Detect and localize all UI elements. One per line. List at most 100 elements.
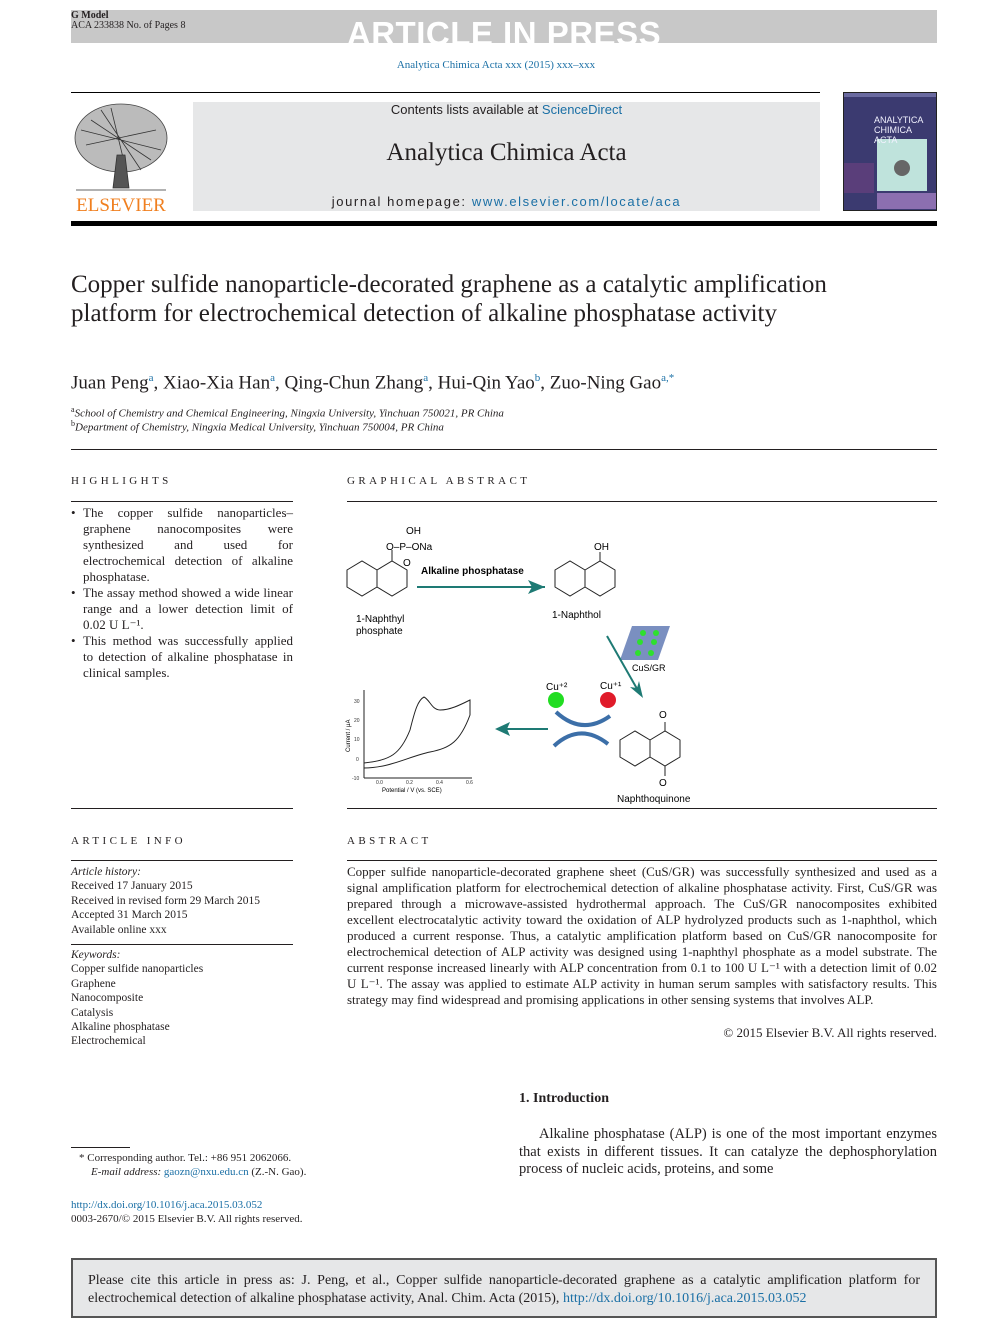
- author-list: Juan Penga, Xiao-Xia Hana, Qing-Chun Zha…: [71, 372, 675, 394]
- cu1-ion-icon: [600, 692, 616, 708]
- cv-y-axis-label: Current / μA: [346, 720, 352, 752]
- homepage-link[interactable]: www.elsevier.com/locate/aca: [472, 194, 681, 209]
- substrate-label: 1-Naphthyl: [356, 614, 404, 625]
- doi-link[interactable]: http://dx.doi.org/10.1016/j.aca.2015.03.…: [71, 1198, 303, 1212]
- highlight-item: This method was successfully applied to …: [71, 633, 293, 681]
- highlights-list: The copper sulfide nanoparticles–graphen…: [71, 505, 293, 681]
- author[interactable]: Hui-Qin Yao: [438, 372, 535, 393]
- author[interactable]: Juan Peng: [71, 372, 149, 393]
- elsevier-tree-icon: ELSEVIER: [74, 103, 168, 216]
- graphical-abstract-heading: GRAPHICAL ABSTRACT: [347, 475, 531, 487]
- keyword: Nanocomposite: [71, 992, 144, 1005]
- abstract-text: Copper sulfide nanoparticle-decorated gr…: [347, 864, 937, 1007]
- oh-label: OH: [406, 526, 421, 537]
- o-label: O: [659, 778, 667, 789]
- highlight-item: The assay method showed a wide linear ra…: [71, 585, 293, 633]
- naphthalene-ring: [554, 560, 586, 597]
- naphthalene-ring: [584, 560, 616, 597]
- divider: [71, 501, 293, 502]
- doi-block: http://dx.doi.org/10.1016/j.aca.2015.03.…: [71, 1198, 303, 1226]
- abstract-heading: ABSTRACT: [347, 835, 432, 847]
- quinone-label: Naphthoquinone: [617, 794, 691, 805]
- author-affiliation-mark[interactable]: a: [270, 372, 275, 384]
- cv-x-tick: 0.4: [436, 780, 443, 786]
- journal-masthead: Contents lists available at ScienceDirec…: [193, 102, 820, 211]
- footnote-divider: [71, 1147, 130, 1148]
- divider: [347, 501, 937, 502]
- author-affiliation-mark[interactable]: a: [423, 372, 428, 384]
- elsevier-wordmark: ELSEVIER: [76, 195, 166, 215]
- email-suffix: (Z.-N. Gao).: [248, 1166, 307, 1178]
- banner-text: ARTICLE IN PRESS: [346, 15, 662, 52]
- keyword: Electrochemical: [71, 1035, 146, 1048]
- homepage-prefix: journal homepage:: [331, 194, 472, 209]
- cv-x-axis-label: Potential / V (vs. SCE): [382, 788, 442, 794]
- corresponding-author: * Corresponding author. Tel.: +86 951 20…: [79, 1152, 292, 1164]
- keywords-label: Keywords:: [71, 949, 121, 962]
- issn-line: 0003-2670/© 2015 Elsevier B.V. All right…: [71, 1213, 303, 1225]
- phosphate-label: O–P–ONa: [386, 542, 433, 553]
- elsevier-logo[interactable]: ELSEVIER: [71, 100, 171, 216]
- affiliation-text: School of Chemistry and Chemical Enginee…: [74, 407, 504, 420]
- article-info: Article history: Received 17 January 201…: [71, 865, 293, 1049]
- email-link[interactable]: gaozn@nxu.edu.cn: [164, 1166, 249, 1178]
- divider: [71, 944, 293, 946]
- o-label: O: [659, 710, 667, 721]
- divider: [347, 808, 937, 809]
- redox-cycle-arrow: [552, 731, 610, 748]
- author[interactable]: Xiao-Xia Han: [163, 372, 270, 393]
- journal-title: Analytica Chimica Acta: [386, 139, 627, 166]
- o-label: O: [403, 558, 411, 569]
- divider: [71, 92, 820, 93]
- footnote: * Corresponding author. Tel.: +86 951 20…: [71, 1151, 371, 1179]
- cv-y-tick: -10: [352, 776, 359, 782]
- author-affiliation-mark[interactable]: a: [149, 372, 154, 384]
- naphthoquinone-ring: [649, 730, 681, 767]
- divider: [71, 860, 293, 861]
- cv-y-tick: 10: [354, 737, 360, 743]
- cv-x-tick: 0.0: [376, 780, 383, 786]
- keyword: Catalysis: [71, 1006, 114, 1019]
- history-label: Article history:: [71, 866, 141, 878]
- author-affiliation-mark[interactable]: a,*: [661, 372, 674, 384]
- citation-doi-link[interactable]: http://dx.doi.org/10.1016/j.aca.2015.03.…: [563, 1291, 807, 1306]
- affiliation: bDepartment of Chemistry, Ningxia Medica…: [71, 419, 444, 434]
- cv-y-tick: 20: [354, 718, 360, 724]
- redox-cycle-arrow: [554, 710, 612, 728]
- journal-reference[interactable]: Analytica Chimica Acta xxx (2015) xxx–xx…: [0, 59, 992, 71]
- naphthoquinone-ring: [619, 730, 651, 767]
- cu2-label: Cu⁺²: [546, 682, 568, 693]
- introduction-heading: 1. Introduction: [519, 1091, 609, 1106]
- keyword: Copper sulfide nanoparticles: [71, 963, 204, 976]
- catalyst-label: CuS/GR: [632, 663, 666, 673]
- cv-y-tick: 30: [354, 699, 360, 705]
- cover-image: [844, 93, 936, 210]
- manuscript-info: G Model ACA 233838 No. of Pages 8: [71, 11, 185, 31]
- history-item: Received in revised form 29 March 2015: [71, 894, 261, 907]
- introduction-text: Alkaline phosphatase (ALP) is one of the…: [519, 1126, 937, 1177]
- author[interactable]: Zuo-Ning Gao: [550, 372, 661, 393]
- article-in-press-banner: ARTICLE IN PRESS: [71, 10, 937, 50]
- cu1-label: Cu⁺¹: [600, 681, 622, 692]
- sciencedirect-link[interactable]: ScienceDirect: [542, 102, 622, 117]
- cv-curve: [363, 696, 471, 769]
- author[interactable]: Qing-Chun Zhang: [284, 372, 423, 393]
- cv-x-tick: 0.2: [406, 780, 413, 786]
- cv-x-tick: 0.6: [466, 780, 473, 786]
- graphical-abstract-figure[interactable]: OH O–P–ONa O Alkaline phosphatase 1-Naph…: [340, 510, 940, 808]
- homepage-line: journal homepage: www.elsevier.com/locat…: [193, 194, 820, 209]
- highlights-heading: HIGHLIGHTS: [71, 475, 172, 487]
- manuscript-id: ACA 233838 No. of Pages 8: [71, 20, 186, 31]
- email-label: E-mail address:: [91, 1166, 164, 1178]
- oh-label: OH: [594, 542, 609, 553]
- enzyme-label: Alkaline phosphatase: [421, 566, 524, 577]
- article-title: Copper sulfide nanoparticle-decorated gr…: [71, 271, 827, 327]
- header-divider: [71, 221, 937, 226]
- naphthalene-ring: [346, 560, 378, 597]
- history-item: Received 17 January 2015: [71, 880, 193, 893]
- journal-cover[interactable]: ANALYTICA CHIMICA ACTA: [843, 92, 937, 211]
- keyword: Alkaline phosphatase: [71, 1021, 170, 1034]
- divider: [347, 860, 937, 861]
- cover-title: ANALYTICA CHIMICA ACTA: [874, 115, 923, 145]
- author-affiliation-mark[interactable]: b: [535, 372, 541, 384]
